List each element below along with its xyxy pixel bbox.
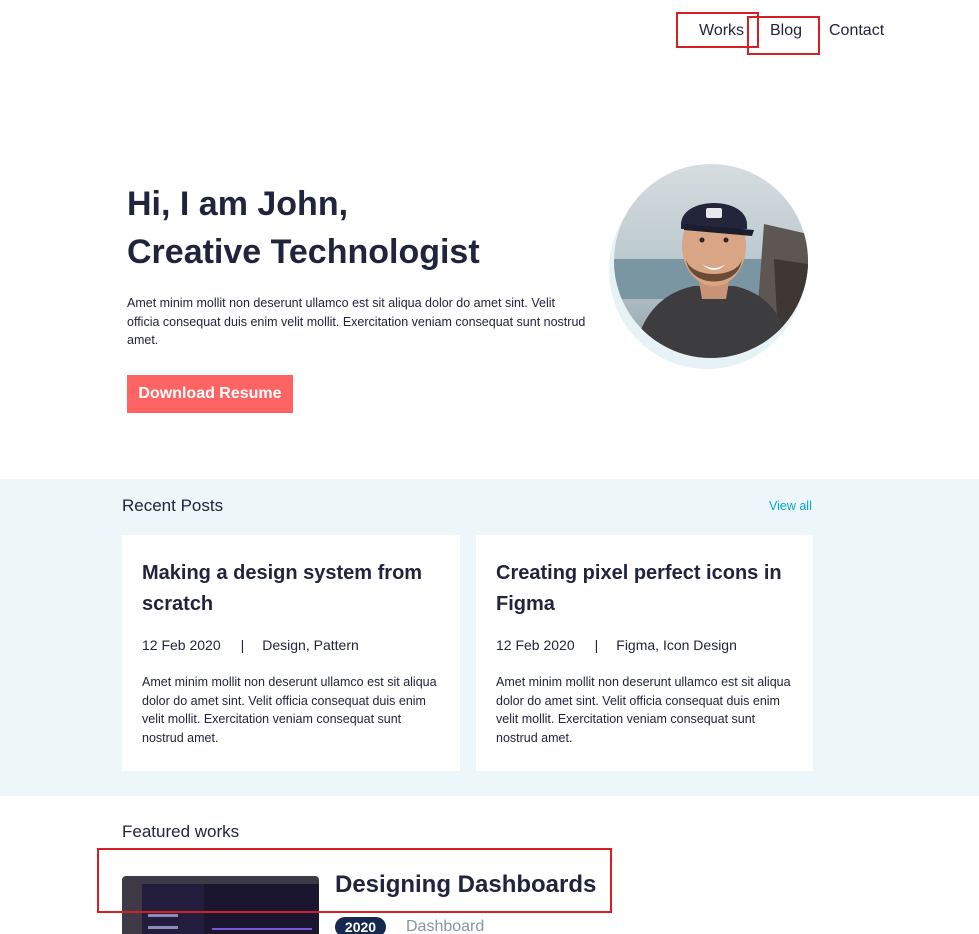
post-excerpt: Amet minim mollit non deserunt ullamco e…	[496, 675, 791, 745]
download-resume-button[interactable]: Download Resume	[127, 375, 293, 413]
featured-works-heading: Featured works	[122, 822, 240, 841]
hero-title-line1: Hi, I am John,	[127, 185, 349, 223]
post-tags: Figma, Icon Design	[616, 637, 737, 653]
meta-separator: |	[594, 637, 599, 653]
profile-photo	[614, 164, 808, 358]
work-thumbnail[interactable]	[122, 876, 319, 934]
profile-avatar	[614, 164, 808, 358]
post-tags: Design, Pattern	[262, 637, 359, 653]
work-title[interactable]: Designing Dashboards	[335, 871, 596, 899]
work-category: Dashboard	[406, 918, 485, 934]
post-date: 12 Feb 2020	[496, 637, 575, 653]
nav-works-link[interactable]: Works	[699, 21, 744, 41]
post-date: 12 Feb 2020	[142, 637, 221, 653]
nav-contact-link[interactable]: Contact	[829, 21, 884, 41]
nav-blog-link[interactable]: Blog	[770, 21, 802, 41]
thumbnail-menu-row	[148, 926, 178, 929]
post-card: Making a design system from scratch 12 F…	[122, 535, 460, 771]
top-nav: Works Blog Contact	[0, 0, 979, 70]
year-badge: 2020	[335, 917, 386, 934]
post-meta: 12 Feb 2020 | Design, Pattern	[142, 637, 359, 653]
meta-separator: |	[240, 637, 245, 653]
post-title[interactable]: Creating pixel perfect icons in Figma	[496, 558, 796, 620]
post-title[interactable]: Making a design system from scratch	[142, 558, 442, 620]
post-card: Creating pixel perfect icons in Figma 12…	[476, 535, 813, 771]
hero-description: Amet minim mollit non deserunt ullamco e…	[127, 296, 586, 347]
view-all-link[interactable]: View all	[769, 499, 812, 513]
recent-posts-heading: Recent Posts	[122, 496, 224, 515]
post-meta: 12 Feb 2020 | Figma, Icon Design	[496, 637, 737, 653]
hero-title-line2: Creative Technologist	[127, 233, 480, 271]
hero-title: Hi, I am John, Creative Technologist	[127, 180, 480, 276]
thumbnail-menu-row	[148, 914, 178, 917]
post-excerpt: Amet minim mollit non deserunt ullamco e…	[142, 675, 437, 745]
thumbnail-chart-line	[212, 928, 312, 930]
